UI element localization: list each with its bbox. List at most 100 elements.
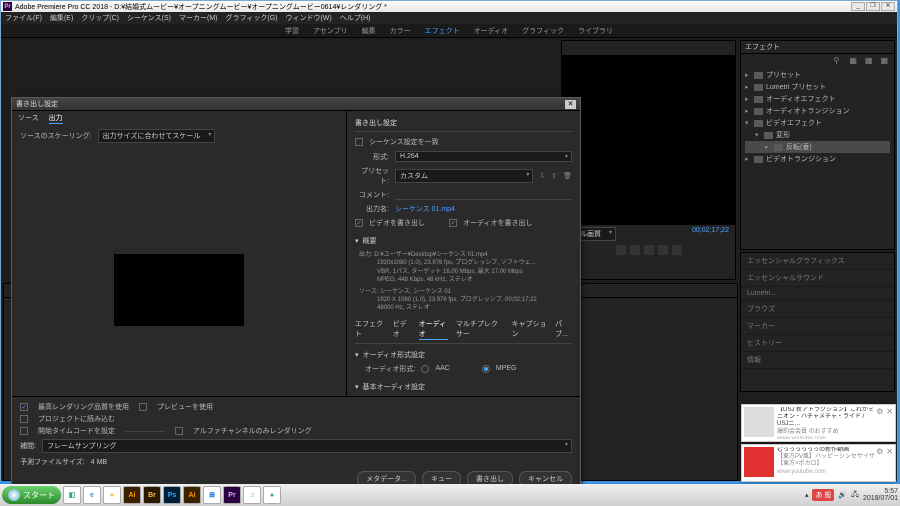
taskbar-app-icon[interactable]: Ai [123, 486, 141, 504]
effects-filter3-icon[interactable]: ▦ [880, 56, 888, 65]
workspace-tab[interactable]: 編集 [362, 26, 376, 36]
panel-tab[interactable]: 情報 [741, 352, 894, 369]
step-fwd-button[interactable] [658, 245, 668, 255]
effects-filter-icon[interactable]: ▦ [849, 56, 857, 65]
outputname-link[interactable]: シーケンス 01.mp4 [395, 204, 455, 214]
interp-dropdown[interactable]: フレームサンプリング [42, 439, 572, 453]
program-viewer[interactable] [562, 55, 735, 225]
match-sequence-checkbox[interactable] [355, 138, 363, 146]
play-button[interactable] [644, 245, 654, 255]
taskbar-app-icon[interactable]: Ai [183, 486, 201, 504]
import-project-checkbox[interactable] [20, 415, 28, 423]
minimize-button[interactable]: _ [851, 2, 865, 11]
panel-tab[interactable]: ヒストリー [741, 335, 894, 352]
panel-tab[interactable]: マーカー [741, 318, 894, 335]
est-size-value: 4 MB [91, 459, 107, 466]
taskbar-app-icon[interactable]: Pr [223, 486, 241, 504]
start-tc-input[interactable] [125, 431, 165, 432]
taskbar-app-icon[interactable]: e [83, 486, 101, 504]
export-video-checkbox[interactable]: ✓ [355, 219, 363, 227]
export-subtab[interactable]: パブ... [555, 319, 572, 340]
export-subtab[interactable]: キャプション [511, 319, 547, 340]
effects-tree-item[interactable]: ▸Lumetri プリセット [745, 81, 890, 93]
export-subtab[interactable]: マルチプレクサー [456, 319, 504, 340]
menu-item[interactable]: ウィンドウ(W) [285, 13, 331, 23]
youtube-notification[interactable]: むっっっっっっの新作動画 【東方PV風】ハッピーシンセサイザ【東方×ボカロ】 w… [741, 444, 896, 482]
taskbar-app-icon[interactable]: ● [263, 486, 281, 504]
workspace-tab[interactable]: エフェクト [425, 26, 460, 36]
export-preview[interactable] [114, 254, 244, 326]
gear-icon[interactable]: ⚙ [876, 407, 883, 439]
youtube-notification[interactable]: 【USJ 新アトラクション】これがミニオン・ハチャメチャ・ライド / USJニ…… [741, 404, 896, 442]
menu-item[interactable]: グラフィック(G) [226, 13, 278, 23]
tray-volume-icon[interactable]: 🔊 [838, 491, 847, 499]
tab-source[interactable]: ソース [18, 113, 39, 123]
effects-tree-item[interactable]: ▸オーディオエフェクト [745, 93, 890, 105]
effects-tree-item[interactable]: ▸プリセット [745, 69, 890, 81]
aac-radio[interactable] [421, 365, 429, 373]
panel-tab[interactable]: Lumetri... [741, 287, 894, 301]
effects-tree-item[interactable]: ▾ビデオエフェクト [745, 117, 890, 129]
taskbar-app-icon[interactable]: ⊞ [203, 486, 221, 504]
workspace-tab[interactable]: グラフィック [522, 26, 564, 36]
comment-input[interactable] [395, 191, 572, 200]
menu-item[interactable]: クリップ(C) [81, 13, 119, 23]
save-preset-icon[interactable]: ⇩ [539, 172, 545, 180]
export-subtab[interactable]: エフェクト [355, 319, 385, 340]
taskbar-app-icon[interactable]: ◧ [63, 486, 81, 504]
import-preset-icon[interactable]: ⇧ [551, 172, 557, 180]
max-quality-checkbox[interactable]: ✓ [20, 403, 28, 411]
taskbar-app-icon[interactable]: Ps [163, 486, 181, 504]
tray-network-icon[interactable]: 🖧 [851, 490, 859, 501]
panel-tab[interactable]: ブラウズ [741, 301, 894, 318]
workspace-tab[interactable]: オーディオ [474, 26, 509, 36]
chevron-down-icon[interactable]: ▾ [355, 351, 359, 359]
taskbar-app-icon[interactable]: ● [103, 486, 121, 504]
start-tc-checkbox[interactable] [20, 427, 28, 435]
effects-tree-item[interactable]: ▸オーディオトランジション [745, 105, 890, 117]
close-icon[interactable]: ✕ [886, 407, 893, 439]
chevron-down-icon[interactable]: ▾ [355, 383, 359, 391]
workspace-tab[interactable]: 学習 [285, 26, 299, 36]
tab-output[interactable]: 出力 [49, 113, 63, 124]
start-button[interactable]: スタート [2, 486, 61, 504]
export-subtab[interactable]: ビデオ [393, 319, 411, 340]
tray-chevron-icon[interactable]: ▴ [805, 491, 809, 499]
export-subtab[interactable]: オーディオ [419, 319, 448, 340]
mpeg-radio[interactable] [482, 365, 490, 373]
effects-search-icon[interactable]: ⚲ [833, 56, 839, 65]
effects-tree-item[interactable]: ▸反転(垂) [745, 141, 890, 153]
mark-in-button[interactable] [616, 245, 626, 255]
taskbar-app-icon[interactable]: ♫ [243, 486, 261, 504]
menu-item[interactable]: マーカー(M) [179, 13, 218, 23]
scaling-dropdown[interactable]: 出力サイズに合わせてスケール [98, 129, 216, 143]
workspace-tab[interactable]: アセンブリ [313, 26, 348, 36]
preset-dropdown[interactable]: カスタム [395, 169, 533, 183]
chevron-down-icon[interactable]: ▾ [355, 237, 359, 245]
format-dropdown[interactable]: H.264 [395, 151, 572, 162]
close-button[interactable]: ✕ [881, 2, 895, 11]
dialog-close-button[interactable]: ✕ [565, 100, 576, 109]
menu-item[interactable]: ヘルプ(H) [340, 13, 371, 23]
taskbar-app-icon[interactable]: Br [143, 486, 161, 504]
effects-tree-item[interactable]: ▾変形 [745, 129, 890, 141]
workspace-tab[interactable]: カラー [390, 26, 411, 36]
close-icon[interactable]: ✕ [886, 447, 893, 479]
panel-tab[interactable]: エッセンシャルグラフィックス [741, 253, 894, 270]
delete-preset-icon[interactable]: 🗑 [563, 172, 572, 180]
export-audio-checkbox[interactable]: ✓ [449, 219, 457, 227]
workspace-tab[interactable]: ライブラリ [578, 26, 613, 36]
panel-tab[interactable]: エッセンシャルサウンド [741, 270, 894, 287]
menu-item[interactable]: 編集(E) [50, 13, 73, 23]
mark-out-button[interactable] [672, 245, 682, 255]
gear-icon[interactable]: ⚙ [876, 447, 883, 479]
effects-tree-item[interactable]: ▸ビデオトランジション [745, 153, 890, 165]
ime-indicator[interactable]: あ 般 [812, 489, 834, 501]
step-back-button[interactable] [630, 245, 640, 255]
maximize-button[interactable]: ❐ [866, 2, 880, 11]
effects-filter2-icon[interactable]: ▦ [865, 56, 873, 65]
use-preview-checkbox[interactable] [139, 403, 147, 411]
menu-item[interactable]: シーケンス(S) [127, 13, 171, 23]
menu-item[interactable]: ファイル(F) [5, 13, 42, 23]
alpha-only-checkbox[interactable] [175, 427, 183, 435]
